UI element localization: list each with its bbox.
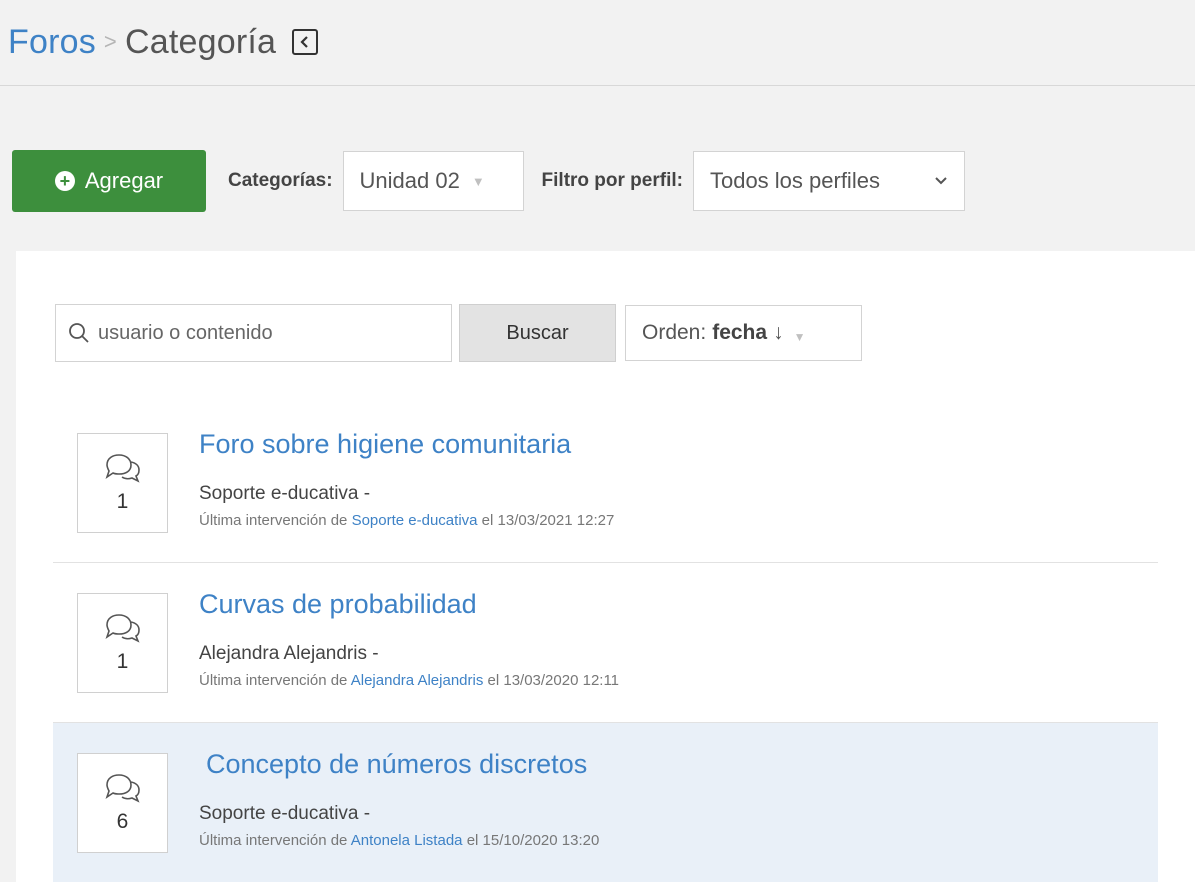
- order-prefix: Orden:: [642, 321, 707, 344]
- categories-label: Categorías:: [228, 170, 333, 191]
- dropdown-triangle-icon: ▼: [793, 330, 806, 344]
- reply-count: 6: [116, 810, 129, 833]
- comments-icon: [105, 454, 140, 483]
- breadcrumb-separator: >: [103, 29, 117, 54]
- forum-item: 1 Foro sobre higiene comunitaria Soporte…: [53, 403, 1158, 563]
- forum-list-card: Buscar Orden: fecha ↓ ▼ 1 Foro sobre hig…: [16, 251, 1195, 882]
- sort-arrow-icon: ↓: [773, 321, 784, 344]
- forum-list: 1 Foro sobre higiene comunitaria Soporte…: [53, 403, 1158, 882]
- last-activity-prefix: Última intervención de: [199, 512, 348, 529]
- profile-filter-select[interactable]: Todos los perfiles: [692, 151, 965, 211]
- reply-count: 1: [116, 490, 129, 513]
- reply-count-box: 6: [77, 753, 168, 853]
- forum-category-page: Foros > Categoría + Agregar Categorías: …: [0, 0, 1195, 882]
- search-button[interactable]: Buscar: [459, 304, 616, 362]
- last-activity-prefix: Última intervención de: [199, 672, 348, 689]
- profile-filter-label: Filtro por perfil:: [541, 170, 683, 191]
- plus-circle-icon: +: [54, 171, 75, 191]
- last-activity-date: el 13/03/2021 12:27: [481, 512, 615, 529]
- last-activity-user-link[interactable]: Alejandra Alejandris: [351, 672, 484, 689]
- forum-title-link[interactable]: Curvas de probabilidad: [199, 589, 477, 620]
- forum-title-link[interactable]: Concepto de números discretos: [206, 749, 587, 780]
- dropdown-triangle-icon: ▼: [471, 173, 485, 189]
- comments-icon: [105, 614, 140, 643]
- collapse-button[interactable]: [292, 29, 319, 55]
- add-button-label: Agregar: [84, 168, 164, 193]
- search-icon: [69, 323, 89, 343]
- search-input[interactable]: [98, 321, 438, 345]
- last-activity: Última intervención de Soporte e-ducativ…: [199, 512, 614, 529]
- header-divider: [0, 85, 1195, 86]
- last-activity: Última intervención de Alejandra Alejand…: [199, 672, 619, 689]
- search-field[interactable]: [55, 304, 452, 362]
- comments-icon: [105, 774, 140, 803]
- reply-count: 1: [116, 650, 129, 673]
- last-activity-prefix: Última intervención de: [199, 832, 348, 849]
- chevron-down-icon: [935, 177, 947, 185]
- last-activity-date: el 13/03/2020 12:11: [487, 672, 620, 689]
- forum-author: Alejandra Alejandris -: [199, 643, 379, 664]
- forum-title-link[interactable]: Foro sobre higiene comunitaria: [199, 429, 571, 460]
- profile-filter-value: Todos los perfiles: [709, 168, 880, 193]
- breadcrumb: Foros > Categoría: [8, 14, 319, 70]
- last-activity-user-link[interactable]: Soporte e-ducativa: [352, 512, 478, 529]
- reply-count-box: 1: [77, 433, 168, 533]
- add-button[interactable]: + Agregar: [12, 150, 206, 212]
- categories-select-value: Unidad 02: [359, 168, 460, 193]
- last-activity-user-link[interactable]: Antonela Listada: [351, 832, 463, 849]
- page-title: Categoría: [124, 22, 277, 61]
- categories-select[interactable]: Unidad 02 ▼: [342, 151, 524, 211]
- toolbar: + Agregar Categorías: Unidad 02 ▼ Filtro…: [12, 150, 965, 212]
- forum-item: 6 Concepto de números discretos Soporte …: [53, 723, 1158, 882]
- search-row: Buscar Orden: fecha ↓ ▼: [55, 304, 862, 362]
- forum-item: 1 Curvas de probabilidad Alejandra Aleja…: [53, 563, 1158, 723]
- forum-author: Soporte e-ducativa -: [199, 803, 371, 824]
- forum-author: Soporte e-ducativa -: [199, 483, 371, 504]
- last-activity: Última intervención de Antonela Listada …: [199, 832, 599, 849]
- last-activity-date: el 15/10/2020 13:20: [466, 832, 600, 849]
- chevron-left-icon: [300, 36, 308, 48]
- breadcrumb-forums-link[interactable]: Foros: [8, 23, 96, 62]
- order-select[interactable]: Orden: fecha ↓ ▼: [625, 305, 862, 361]
- order-value: fecha: [712, 321, 768, 344]
- reply-count-box: 1: [77, 593, 168, 693]
